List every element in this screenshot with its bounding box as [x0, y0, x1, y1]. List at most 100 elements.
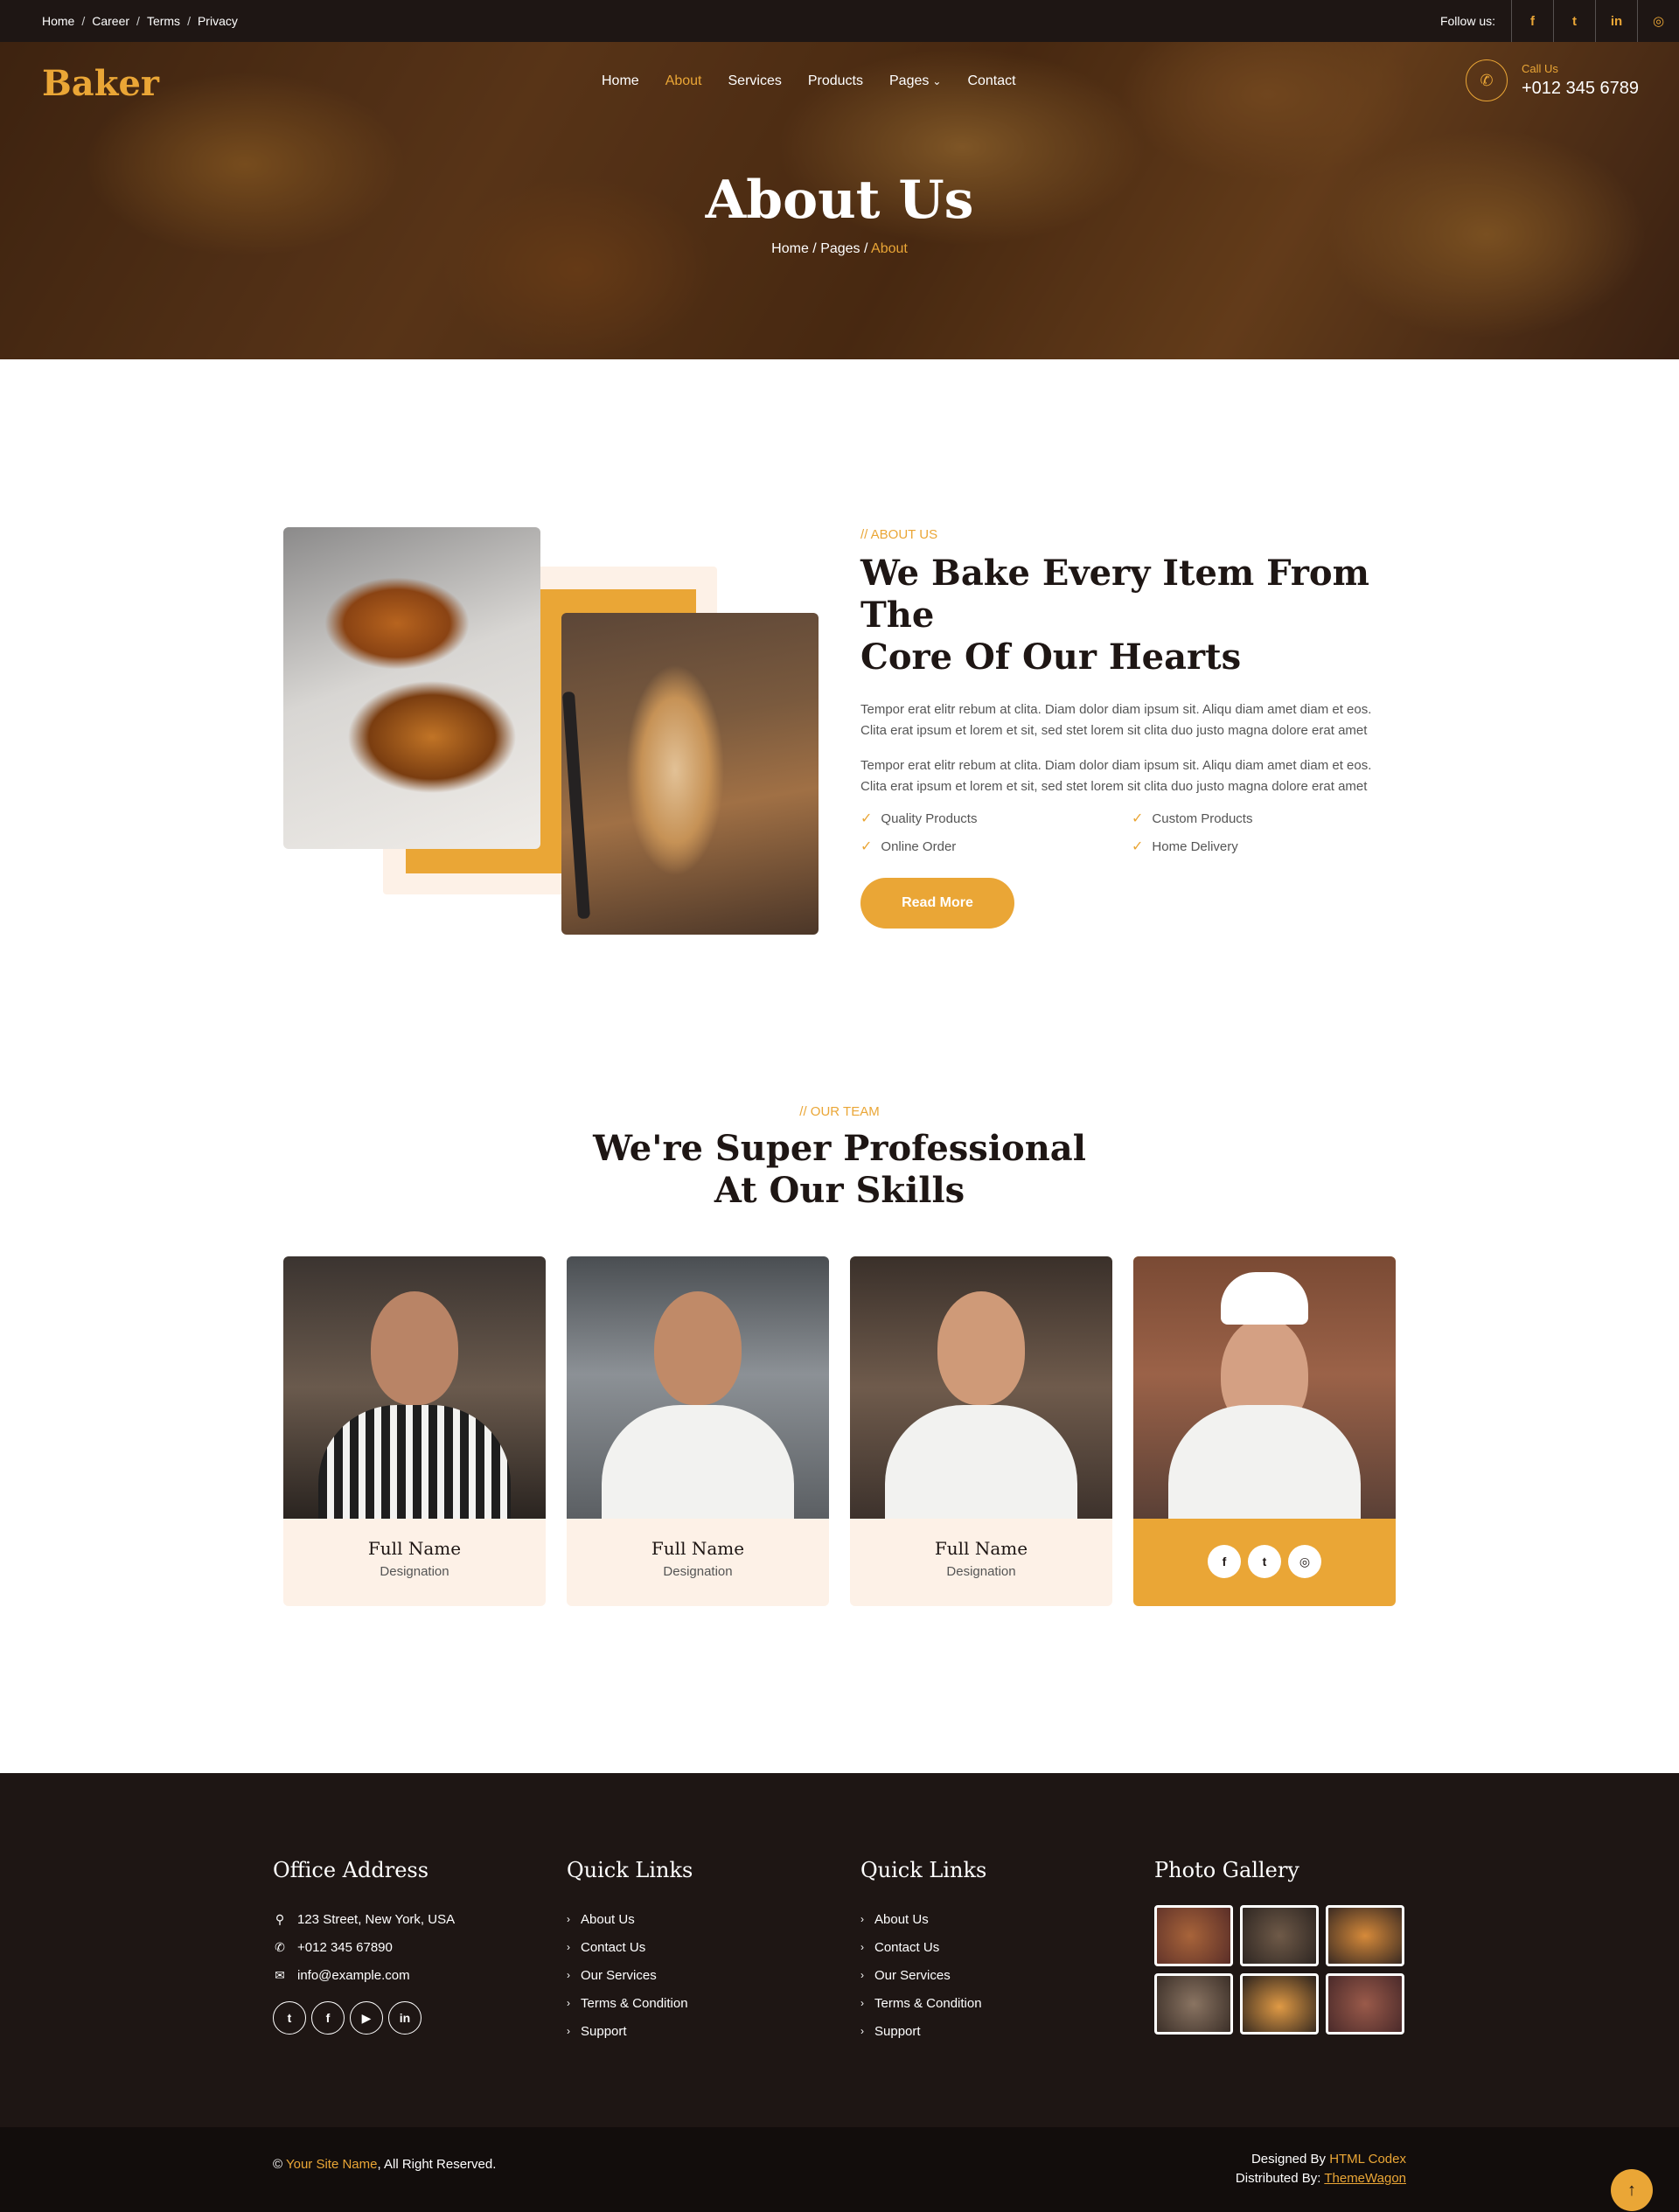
breadcrumb-home[interactable]: Home — [771, 241, 809, 256]
footer-link-label: Support — [581, 2023, 627, 2039]
nav-about[interactable]: About — [665, 73, 702, 89]
copyright-symbol: © — [273, 2157, 283, 2172]
person-figure — [371, 1291, 458, 1405]
twitter-icon[interactable]: t — [273, 2001, 306, 2035]
facebook-icon[interactable]: f — [1511, 0, 1553, 42]
breadcrumb-current: About — [871, 241, 908, 256]
arrow-up-icon[interactable]: ↑ — [1611, 2169, 1653, 2211]
member-role: Designation — [380, 1564, 449, 1579]
gallery-image[interactable] — [1154, 1905, 1233, 1966]
nav-products[interactable]: Products — [808, 73, 863, 89]
check-icon: ✓ — [1132, 839, 1144, 854]
chevron-right-icon: › — [860, 1941, 864, 1953]
designed-by-link[interactable]: HTML Codex — [1329, 2152, 1406, 2167]
linkedin-icon[interactable]: in — [388, 2001, 421, 2035]
phone-icon: ✆ — [275, 1939, 285, 1954]
footer-link[interactable]: › Support — [567, 2017, 693, 2045]
footer-heading: Office Address — [273, 1858, 429, 1882]
gallery-image[interactable] — [1326, 1905, 1404, 1966]
footer-link[interactable]: › About Us — [567, 1905, 693, 1933]
member-role: Designation — [663, 1564, 733, 1579]
instagram-icon[interactable]: ◎ — [1637, 0, 1679, 42]
team-card[interactable]: Full Name Designation — [850, 1256, 1112, 1606]
person-figure — [602, 1405, 794, 1519]
team-heading: We're Super Professional At Our Skills — [0, 1128, 1679, 1212]
team-heading-line2: At Our Skills — [714, 1170, 965, 1211]
footer-quick-links: Quick Links › About Us › Contact Us › Our S… — [567, 1858, 693, 2045]
top-link-terms[interactable]: Terms — [147, 14, 180, 28]
facebook-icon[interactable]: f — [311, 2001, 345, 2035]
about-section: // ABOUT US We Bake Every Item From The … — [860, 527, 1396, 929]
nav-pages-label: Pages — [889, 73, 930, 88]
chevron-right-icon: › — [860, 1969, 864, 1981]
facebook-icon[interactable]: f — [1208, 1545, 1241, 1578]
check-icon: ✓ — [860, 811, 873, 826]
gallery-image[interactable] — [1326, 1973, 1404, 2035]
check-icon: ✓ — [1132, 811, 1144, 826]
address-text: 123 Street, New York, USA — [297, 1911, 456, 1927]
logo[interactable]: Baker — [42, 63, 159, 104]
feature-label: Online Order — [881, 838, 957, 854]
photo-gallery — [1154, 1905, 1404, 2035]
feature-label: Home Delivery — [1152, 838, 1238, 854]
person-figure — [1168, 1405, 1361, 1519]
footer-link[interactable]: › Our Services — [567, 1961, 693, 1989]
site-name-link[interactable]: Your Site Name — [286, 2157, 378, 2172]
gallery-image[interactable] — [1154, 1973, 1233, 2035]
top-link-home[interactable]: Home — [42, 14, 74, 28]
team-photo — [850, 1256, 1112, 1519]
email-text[interactable]: info@example.com — [297, 1968, 410, 1983]
feature-list: ✓ Quality Products ✓ Custom Products ✓ Onli… — [860, 810, 1396, 855]
footer-heading: Photo Gallery — [1154, 1858, 1299, 1882]
youtube-icon[interactable]: ▶ — [350, 2001, 383, 2035]
breadcrumb-pages[interactable]: Pages — [820, 241, 860, 256]
follow-us: Follow us: f t in ◎ — [1440, 0, 1679, 42]
call-us[interactable]: ✆ Call Us +012 345 6789 — [1466, 59, 1639, 101]
chef-hat — [1221, 1272, 1308, 1325]
footer-link[interactable]: › Support — [860, 2017, 986, 2045]
footer-link[interactable]: › Contact Us — [860, 1933, 986, 1961]
call-label: Call Us — [1522, 62, 1558, 75]
member-role: Designation — [946, 1564, 1016, 1579]
member-name: Full Name — [367, 1538, 462, 1559]
footer-address: ⚲ 123 Street, New York, USA — [273, 1905, 455, 1933]
gallery-image[interactable] — [1240, 1973, 1319, 2035]
chevron-right-icon: › — [567, 1941, 570, 1953]
nav-pages-dropdown[interactable]: Pages ⌄ — [889, 73, 941, 89]
top-link-privacy[interactable]: Privacy — [198, 14, 238, 28]
team-card-hover[interactable]: f t ◎ — [1133, 1256, 1396, 1606]
main-nav: Home About Services Products Pages ⌄ Cont… — [602, 73, 1016, 89]
instagram-icon[interactable]: ◎ — [1288, 1545, 1321, 1578]
nav-home[interactable]: Home — [602, 73, 639, 89]
phone-icon: ✆ — [1466, 59, 1508, 101]
distributed-by-link[interactable]: ThemeWagon — [1324, 2171, 1406, 2186]
breadcrumb: Home / Pages / About — [0, 241, 1679, 257]
footer-office: Office Address ⚲ 123 Street, New York, US… — [273, 1858, 455, 2035]
card-socials: f t ◎ — [1133, 1545, 1396, 1578]
footer-link[interactable]: › Terms & Condition — [860, 1989, 986, 2017]
top-link-career[interactable]: Career — [92, 14, 129, 28]
footer-link[interactable]: › Terms & Condition — [567, 1989, 693, 2017]
twitter-icon[interactable]: t — [1553, 0, 1595, 42]
feature-item: ✓ Custom Products — [1132, 810, 1394, 827]
read-more-button[interactable]: Read More — [860, 878, 1014, 929]
twitter-icon[interactable]: t — [1248, 1545, 1281, 1578]
footer-quick-links-2: Quick Links › About Us › Contact Us › Our S… — [860, 1858, 986, 2045]
team-card[interactable]: Full Name Designation — [567, 1256, 829, 1606]
about-paragraph: Tempor erat elitr rebum at clita. Diam d… — [860, 758, 1372, 794]
footer-link-label: Our Services — [874, 1967, 951, 1983]
chevron-right-icon: › — [567, 2025, 570, 2037]
linkedin-icon[interactable]: in — [1595, 0, 1637, 42]
footer-link-label: Terms & Condition — [581, 1995, 688, 2011]
nav-services[interactable]: Services — [728, 73, 782, 89]
gallery-image[interactable] — [1240, 1905, 1319, 1966]
team-card[interactable]: Full Name Designation — [283, 1256, 546, 1606]
distributed-by: Distributed By: ThemeWagon — [1236, 2169, 1406, 2188]
chevron-down-icon: ⌄ — [932, 75, 942, 87]
footer-link[interactable]: › Contact Us — [567, 1933, 693, 1961]
footer-link[interactable]: › About Us — [860, 1905, 986, 1933]
nav-contact[interactable]: Contact — [967, 73, 1015, 89]
copyright-bar: © Your Site Name, All Right Reserved. De… — [0, 2127, 1679, 2212]
feature-item: ✓ Home Delivery — [1132, 838, 1394, 855]
footer-link[interactable]: › Our Services — [860, 1961, 986, 1989]
